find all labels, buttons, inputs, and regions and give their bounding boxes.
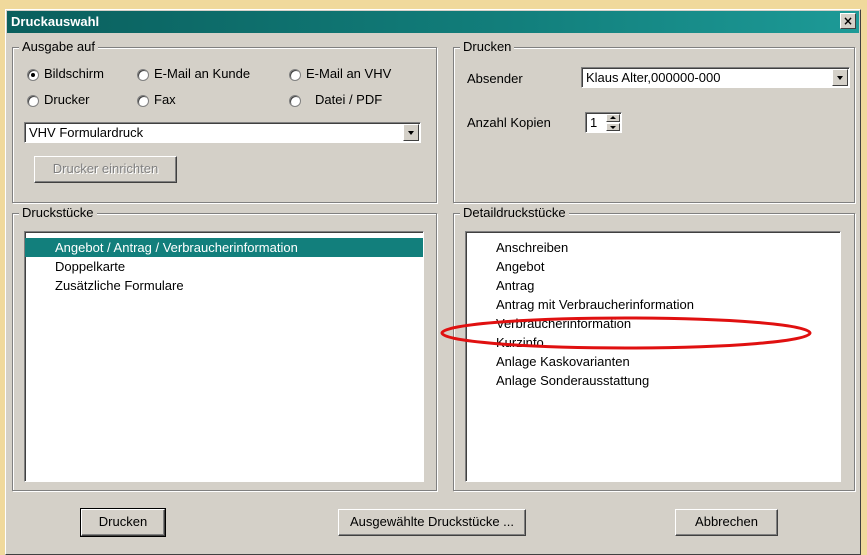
copies-label: Anzahl Kopien — [467, 115, 551, 130]
radio-email-kunde[interactable] — [137, 69, 149, 81]
list-item[interactable]: Anschreiben — [466, 238, 840, 257]
chevron-down-icon[interactable] — [403, 124, 419, 141]
output-group-label: Ausgabe auf — [19, 39, 99, 54]
list-item[interactable]: Doppelkarte — [25, 257, 423, 276]
list-item[interactable]: Verbraucherinformation — [466, 314, 840, 333]
list-item[interactable]: Kurzinfo — [466, 333, 840, 352]
spin-down-icon[interactable] — [606, 123, 620, 131]
printer-select-value: VHV Formulardruck — [29, 125, 144, 140]
sender-select[interactable]: Klaus Alter,000000-000 — [581, 67, 850, 88]
copies-value: 1 — [590, 115, 598, 130]
list-item[interactable]: Angebot — [466, 257, 840, 276]
list-item[interactable]: Antrag mit Verbraucherinformation — [466, 295, 840, 314]
window-title: Druckauswahl — [11, 14, 100, 29]
sender-label: Absender — [467, 71, 523, 86]
detail-documents-list[interactable]: Anschreiben Angebot Antrag Antrag mit Ve… — [465, 231, 841, 482]
detail-documents-group-label: Detaildruckstücke — [460, 205, 569, 220]
radio-datei-pdf[interactable] — [289, 95, 301, 107]
radio-email-vhv[interactable] — [289, 69, 301, 81]
radio-bildschirm[interactable] — [27, 69, 39, 81]
printer-setup-button[interactable]: Drucker einrichten — [34, 156, 177, 183]
list-item[interactable]: Anlage Kaskovarianten — [466, 352, 840, 371]
list-item[interactable]: Anlage Sonderausstattung — [466, 371, 840, 390]
chevron-down-icon[interactable] — [832, 69, 848, 86]
copies-stepper[interactable]: 1 — [585, 112, 622, 133]
radio-drucker-label: Drucker — [44, 92, 90, 107]
output-group: Ausgabe auf Bildschirm E-Mail an Kunde E… — [12, 39, 437, 203]
radio-drucker[interactable] — [27, 95, 39, 107]
list-item[interactable]: Antrag — [466, 276, 840, 295]
list-item[interactable]: Angebot / Antrag / Verbraucherinformatio… — [25, 238, 423, 257]
print-group-label: Drucken — [460, 39, 515, 54]
detail-documents-group: Detaildruckstücke Anschreiben Angebot An… — [453, 205, 855, 491]
radio-datei-pdf-label: Datei / PDF — [315, 92, 383, 107]
radio-bildschirm-label: Bildschirm — [44, 66, 104, 81]
close-icon[interactable]: × — [840, 13, 856, 29]
radio-fax[interactable] — [137, 95, 149, 107]
radio-email-kunde-label: E-Mail an Kunde — [154, 66, 251, 81]
list-item[interactable]: Zusätzliche Formulare — [25, 276, 423, 295]
printer-select[interactable]: VHV Formulardruck — [24, 122, 421, 143]
print-group: Drucken Absender Klaus Alter,000000-000 … — [453, 39, 855, 203]
selected-documents-button[interactable]: Ausgewählte Druckstücke ... — [338, 509, 526, 536]
spin-up-icon[interactable] — [606, 114, 620, 122]
documents-group-label: Druckstücke — [19, 205, 97, 220]
radio-fax-label: Fax — [154, 92, 176, 107]
sender-select-value: Klaus Alter,000000-000 — [586, 70, 721, 85]
title-bar: Druckauswahl × — [7, 11, 859, 33]
print-button[interactable]: Drucken — [80, 508, 166, 537]
documents-list[interactable]: Angebot / Antrag / Verbraucherinformatio… — [24, 231, 424, 482]
documents-group: Druckstücke Angebot / Antrag / Verbrauch… — [12, 205, 437, 491]
radio-email-vhv-label: E-Mail an VHV — [306, 66, 392, 81]
cancel-button[interactable]: Abbrechen — [675, 509, 778, 536]
print-dialog: Druckauswahl × Ausgabe auf Bildschirm E-… — [5, 9, 861, 555]
